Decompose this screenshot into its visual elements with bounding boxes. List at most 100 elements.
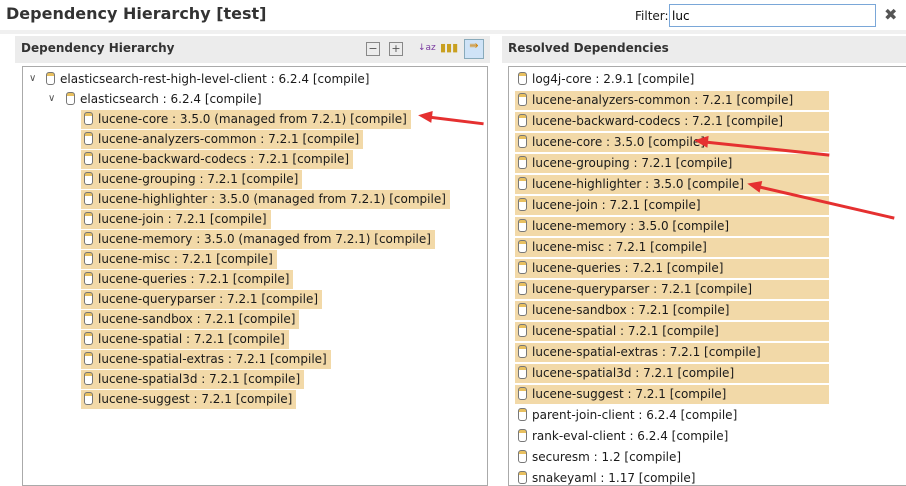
- tree-node[interactable]: lucene-memory : 3.5.0 (managed from 7.2.…: [81, 230, 435, 249]
- item-label: snakeyaml : 1.17 [compile]: [532, 471, 696, 485]
- resolved-title: Resolved Dependencies: [508, 41, 669, 55]
- node-label: lucene-queryparser : 7.2.1 [compile]: [98, 292, 319, 306]
- item-label: log4j-core : 2.9.1 [compile]: [532, 72, 695, 86]
- jar-icon: [84, 232, 93, 245]
- jar-icon: [518, 450, 527, 463]
- jar-icon: [84, 172, 93, 185]
- jar-icon: [518, 408, 527, 421]
- jar-icon: [84, 272, 93, 285]
- tree-node[interactable]: lucene-join : 7.2.1 [compile]: [81, 210, 271, 229]
- resolved-item[interactable]: lucene-queryparser : 7.2.1 [compile]: [515, 280, 829, 299]
- jar-icon: [84, 252, 93, 265]
- item-label: lucene-sandbox : 7.2.1 [compile]: [532, 303, 730, 317]
- tree-node[interactable]: lucene-grouping : 7.2.1 [compile]: [81, 170, 303, 189]
- tree-node[interactable]: lucene-core : 3.5.0 (managed from 7.2.1)…: [81, 110, 411, 129]
- node-label: elasticsearch : 6.2.4 [compile]: [80, 92, 262, 106]
- node-label: lucene-misc : 7.2.1 [compile]: [98, 252, 273, 266]
- tree-node[interactable]: lucene-sandbox : 7.2.1 [compile]: [81, 310, 300, 329]
- item-label: lucene-backward-codecs : 7.2.1 [compile]: [532, 114, 784, 128]
- resolved-item[interactable]: securesm : 1.2 [compile]: [515, 448, 685, 467]
- jar-icon: [518, 345, 527, 358]
- jar-icon: [84, 212, 93, 225]
- item-label: lucene-analyzers-common : 7.2.1 [compile…: [532, 93, 794, 107]
- resolved-item[interactable]: lucene-suggest : 7.2.1 [compile]: [515, 385, 829, 404]
- tree-node[interactable]: lucene-queryparser : 7.2.1 [compile]: [81, 290, 323, 309]
- resolved-item[interactable]: lucene-analyzers-common : 7.2.1 [compile…: [515, 91, 829, 110]
- resolved-item[interactable]: lucene-spatial : 7.2.1 [compile]: [515, 322, 829, 341]
- resolved-item[interactable]: log4j-core : 2.9.1 [compile]: [515, 70, 698, 89]
- tree-node[interactable]: lucene-spatial : 7.2.1 [compile]: [81, 330, 289, 349]
- node-label: lucene-backward-codecs : 7.2.1 [compile]: [98, 152, 350, 166]
- jar-icon: [518, 93, 527, 106]
- node-label: lucene-spatial-extras : 7.2.1 [compile]: [98, 352, 327, 366]
- node-label: lucene-sandbox : 7.2.1 [compile]: [98, 312, 296, 326]
- jar-icon: [518, 219, 527, 232]
- jar-icon: [518, 114, 527, 127]
- resolved-item[interactable]: lucene-spatial3d : 7.2.1 [compile]: [515, 364, 829, 383]
- chevron-down-icon[interactable]: ∨: [48, 93, 55, 104]
- jar-icon: [66, 92, 75, 105]
- item-label: lucene-suggest : 7.2.1 [compile]: [532, 387, 727, 401]
- show-groupid-icon[interactable]: ▮▮▮: [440, 42, 458, 56]
- link-selection-icon[interactable]: ⇛: [464, 39, 484, 59]
- jar-icon: [84, 332, 93, 345]
- tree-node[interactable]: lucene-misc : 7.2.1 [compile]: [81, 250, 277, 269]
- jar-icon: [84, 132, 93, 145]
- tree-node-root[interactable]: elasticsearch-rest-high-level-client : 6…: [43, 70, 374, 89]
- item-label: rank-eval-client : 6.2.4 [compile]: [532, 429, 729, 443]
- collapse-all-icon[interactable]: −: [366, 42, 380, 56]
- item-label: lucene-highlighter : 3.5.0 [compile]: [532, 177, 744, 191]
- jar-icon: [46, 72, 55, 85]
- item-label: lucene-queryparser : 7.2.1 [compile]: [532, 282, 753, 296]
- node-label: lucene-memory : 3.5.0 (managed from 7.2.…: [98, 232, 431, 246]
- hierarchy-title: Dependency Hierarchy: [21, 41, 175, 55]
- jar-icon: [84, 392, 93, 405]
- node-label: lucene-queries : 7.2.1 [compile]: [98, 272, 290, 286]
- resolved-item[interactable]: lucene-grouping : 7.2.1 [compile]: [515, 154, 829, 173]
- filter-input[interactable]: [669, 4, 876, 27]
- item-label: lucene-join : 7.2.1 [compile]: [532, 198, 701, 212]
- jar-icon: [84, 152, 93, 165]
- jar-icon: [518, 303, 527, 316]
- resolved-item[interactable]: lucene-sandbox : 7.2.1 [compile]: [515, 301, 829, 320]
- jar-icon: [518, 156, 527, 169]
- tree-node[interactable]: lucene-backward-codecs : 7.2.1 [compile]: [81, 150, 354, 169]
- node-label: lucene-analyzers-common : 7.2.1 [compile…: [98, 132, 360, 146]
- resolved-header: Resolved Dependencies: [502, 36, 906, 63]
- resolved-item[interactable]: lucene-memory : 3.5.0 [compile]: [515, 217, 829, 236]
- tree-node[interactable]: lucene-spatial3d : 7.2.1 [compile]: [81, 370, 305, 389]
- tree-node[interactable]: lucene-highlighter : 3.5.0 (managed from…: [81, 190, 450, 209]
- item-label: lucene-memory : 3.5.0 [compile]: [532, 219, 730, 233]
- resolved-item[interactable]: lucene-backward-codecs : 7.2.1 [compile]: [515, 112, 829, 131]
- tree-node[interactable]: lucene-spatial-extras : 7.2.1 [compile]: [81, 350, 331, 369]
- item-label: lucene-misc : 7.2.1 [compile]: [532, 240, 707, 254]
- chevron-down-icon[interactable]: ∨: [29, 73, 36, 84]
- tree-node-elasticsearch[interactable]: elasticsearch : 6.2.4 [compile]: [63, 90, 266, 109]
- tree-node[interactable]: lucene-analyzers-common : 7.2.1 [compile…: [81, 130, 364, 149]
- resolved-item[interactable]: lucene-misc : 7.2.1 [compile]: [515, 238, 829, 257]
- resolved-list[interactable]: log4j-core : 2.9.1 [compile] lucene-analy…: [508, 66, 906, 486]
- item-label: parent-join-client : 6.2.4 [compile]: [532, 408, 738, 422]
- resolved-item[interactable]: snakeyaml : 1.17 [compile]: [515, 469, 699, 485]
- item-label: lucene-grouping : 7.2.1 [compile]: [532, 156, 733, 170]
- jar-icon: [84, 312, 93, 325]
- hierarchy-tree[interactable]: ∨ elasticsearch-rest-high-level-client :…: [22, 66, 488, 486]
- resolved-item[interactable]: rank-eval-client : 6.2.4 [compile]: [515, 427, 732, 446]
- clear-filter-icon[interactable]: ✖: [884, 5, 897, 24]
- tree-node[interactable]: lucene-queries : 7.2.1 [compile]: [81, 270, 294, 289]
- jar-icon: [518, 198, 527, 211]
- tree-node[interactable]: lucene-suggest : 7.2.1 [compile]: [81, 390, 297, 409]
- expand-all-icon[interactable]: +: [389, 42, 403, 56]
- sort-icon[interactable]: ↓az: [418, 42, 436, 56]
- jar-icon: [518, 324, 527, 337]
- item-label: lucene-spatial3d : 7.2.1 [compile]: [532, 366, 735, 380]
- resolved-item[interactable]: parent-join-client : 6.2.4 [compile]: [515, 406, 741, 425]
- jar-icon: [518, 471, 527, 484]
- resolved-item[interactable]: lucene-spatial-extras : 7.2.1 [compile]: [515, 343, 829, 362]
- node-label: lucene-spatial : 7.2.1 [compile]: [98, 332, 285, 346]
- jar-icon: [518, 429, 527, 442]
- resolved-item[interactable]: lucene-join : 7.2.1 [compile]: [515, 196, 829, 215]
- divider: [0, 30, 906, 34]
- jar-icon: [518, 387, 527, 400]
- resolved-item[interactable]: lucene-queries : 7.2.1 [compile]: [515, 259, 829, 278]
